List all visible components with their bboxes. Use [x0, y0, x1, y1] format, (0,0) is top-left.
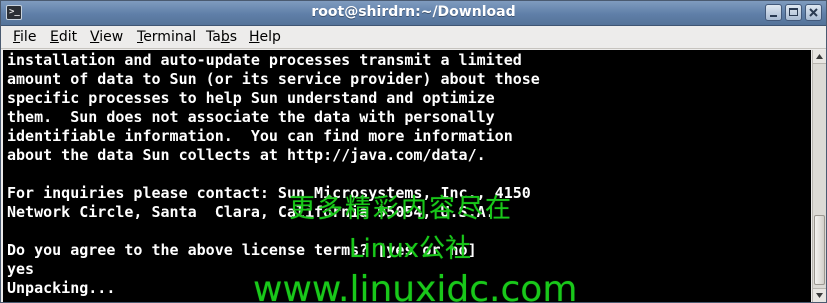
terminal-line: them. Sun does not associate the data wi…	[7, 108, 495, 126]
arrow-down-icon	[816, 293, 823, 298]
window-title: root@shirdrn:~/Download	[311, 4, 516, 20]
menu-view[interactable]: View	[90, 29, 123, 45]
minimize-button[interactable]	[765, 4, 782, 21]
menu-tabs[interactable]: Tabs	[206, 29, 237, 45]
menu-file[interactable]: File	[13, 29, 36, 45]
terminal-line: identifiable information. You can find m…	[7, 127, 513, 145]
terminal-output[interactable]: installation and auto-update processes t…	[3, 50, 811, 302]
arrow-up-icon	[816, 54, 823, 59]
terminal-line: specific processes to help Sun understan…	[7, 89, 495, 107]
terminal-line: installation and auto-update processes t…	[7, 51, 522, 69]
close-button[interactable]	[805, 4, 822, 21]
menu-bar: File Edit View Terminal Tabs Help	[1, 26, 826, 49]
maximize-button[interactable]	[785, 4, 802, 21]
close-icon	[809, 8, 818, 17]
terminal-line: amount of data to Sun (or its service pr…	[7, 70, 540, 88]
scrollbar-thumb[interactable]	[814, 215, 825, 285]
watermark-line-2: Linux公社	[349, 234, 472, 264]
scroll-down-button[interactable]	[813, 288, 826, 302]
terminal-line: yes	[7, 260, 35, 278]
watermark-url: www.linuxidc.com	[253, 269, 578, 302]
menu-edit[interactable]: Edit	[50, 29, 77, 45]
scroll-up-button[interactable]	[813, 50, 826, 64]
terminal-line: Unpacking...	[7, 279, 116, 297]
menu-terminal[interactable]: Terminal	[137, 29, 196, 45]
watermark-line-1: 更多精彩内容尽在	[289, 194, 514, 224]
vertical-scrollbar[interactable]	[812, 50, 826, 302]
terminal-line: about the data Sun collects at http://ja…	[7, 146, 486, 164]
menu-help[interactable]: Help	[249, 29, 281, 45]
terminal-window: >_ root@shirdrn:~/Download File Edit Vie…	[0, 0, 827, 303]
title-bar[interactable]: >_ root@shirdrn:~/Download	[1, 1, 826, 26]
